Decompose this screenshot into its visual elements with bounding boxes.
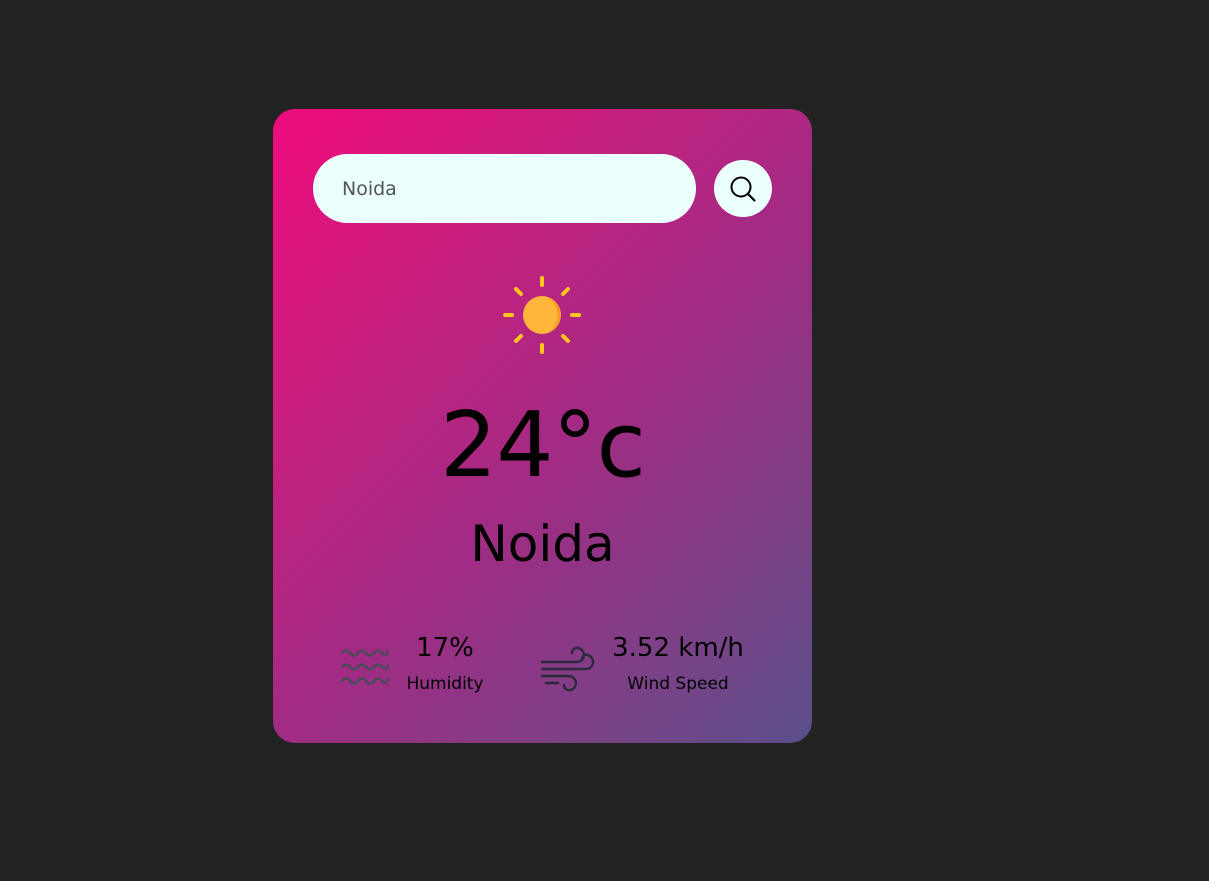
city-name: Noida — [470, 515, 615, 573]
wind-speed-value: 3.52 km/h — [612, 633, 744, 663]
wind-speed-label: Wind Speed — [627, 674, 729, 694]
wind-icon — [540, 646, 595, 692]
weather-card: 24°c Noida 17% Humidity 3.52 km/h Wind S… — [273, 109, 812, 743]
search-button[interactable] — [714, 160, 772, 217]
humidity-waves-icon — [340, 649, 390, 685]
humidity-value: 17% — [416, 633, 474, 663]
temperature-value: 24°c — [439, 393, 646, 498]
humidity-label: Humidity — [406, 674, 484, 694]
search-icon — [730, 176, 756, 202]
sun-icon — [503, 276, 581, 354]
city-search-input[interactable] — [313, 154, 696, 223]
